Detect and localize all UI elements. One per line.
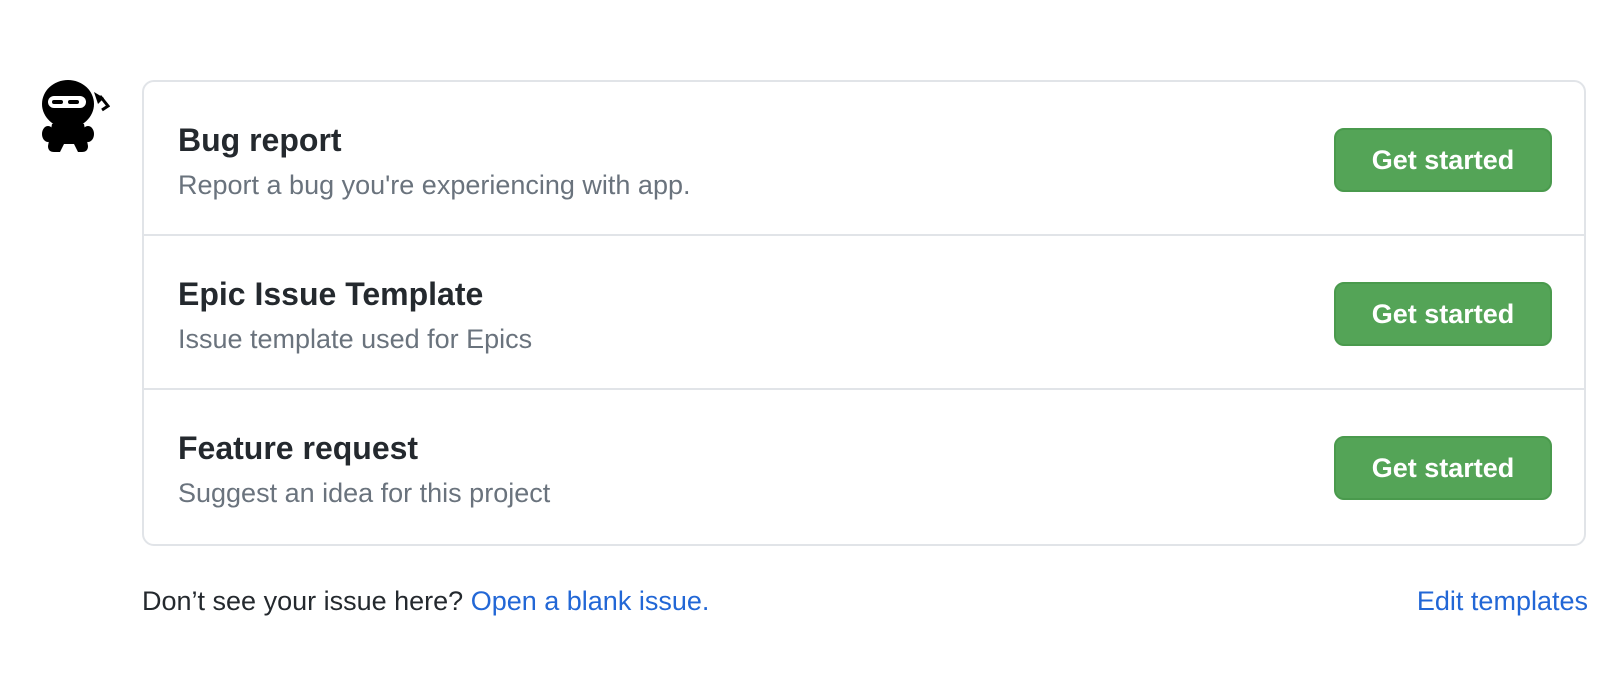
- footer-prompt: Don’t see your issue here?: [142, 586, 464, 616]
- template-title: Epic Issue Template: [178, 276, 484, 312]
- get-started-button[interactable]: Get started: [1334, 128, 1552, 192]
- template-title: Bug report: [178, 122, 342, 158]
- ninja-avatar-icon: [38, 78, 111, 160]
- get-started-button[interactable]: Get started: [1334, 436, 1552, 500]
- template-row-bug-report: Bug report Report a bug you're experienc…: [144, 82, 1584, 236]
- template-row-feature-request: Feature request Suggest an idea for this…: [144, 390, 1584, 544]
- template-footer: Don’t see your issue here? Open a blank …: [142, 586, 1588, 626]
- template-description: Suggest an idea for this project: [178, 478, 551, 508]
- open-blank-issue-link[interactable]: Open a blank issue.: [471, 586, 710, 616]
- template-description: Issue template used for Epics: [178, 324, 533, 354]
- template-row-epic-issue: Epic Issue Template Issue template used …: [144, 236, 1584, 390]
- issue-template-list: Bug report Report a bug you're experienc…: [142, 80, 1586, 546]
- edit-templates-link[interactable]: Edit templates: [1417, 586, 1588, 616]
- template-description: Report a bug you're experiencing with ap…: [178, 170, 691, 200]
- template-title: Feature request: [178, 430, 419, 466]
- footer-prompt-line: Don’t see your issue here? Open a blank …: [142, 586, 709, 617]
- get-started-button[interactable]: Get started: [1334, 282, 1552, 346]
- footer-actions: Edit templates: [1417, 586, 1588, 617]
